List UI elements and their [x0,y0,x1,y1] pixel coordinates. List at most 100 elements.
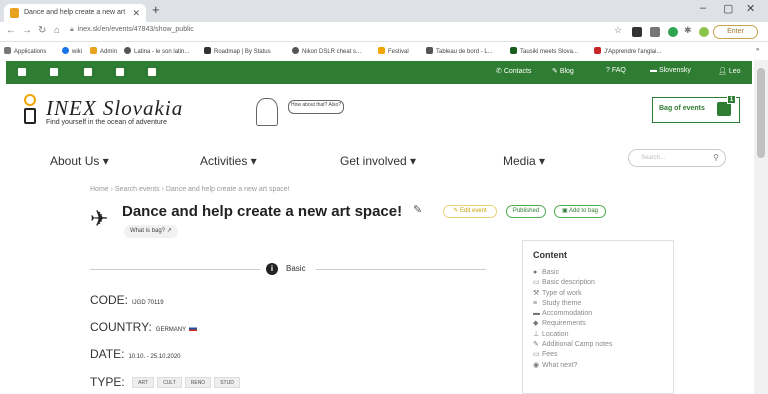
bag-of-events-button[interactable]: Bag of events 1 [652,95,740,123]
user-link[interactable]: 👤︎ Leo [718,67,741,75]
extension-icon[interactable] [668,27,678,37]
bookmark-item[interactable]: wiki [62,47,82,55]
flickr-icon[interactable] [84,68,92,76]
close-tab-icon[interactable]: ✕ [132,4,140,22]
scrollbar-thumb[interactable] [757,68,765,158]
plane-icon: ✈ [90,206,109,231]
maximize-icon[interactable]: ▢ [723,2,733,15]
nav-about-us[interactable]: About Us ▾ [50,154,109,168]
facebook-icon[interactable] [18,68,26,76]
info-icon: i [266,263,278,275]
content-link-basic[interactable]: ● Basic [533,268,612,278]
section-header-basic: i Basic [90,262,486,278]
breadcrumb[interactable]: Home › Search events › Dance and help cr… [90,186,290,193]
twitter-icon[interactable] [50,68,58,76]
bag-count-badge: 1 [727,95,736,104]
edit-event-button[interactable]: ✎ Edit event [443,205,497,218]
bed-icon: ▬ [533,310,540,318]
bookmark-item[interactable]: Nikon DSLR cheat s... [292,47,361,55]
bookmark-item[interactable]: Admin [90,47,117,55]
bookmarks-bar: Applications wiki Admin Latina - le son … [0,43,768,59]
bag-label: Bag of events [659,105,705,112]
site-favicon-icon [10,8,19,18]
info-icon: ● [533,269,538,276]
enter-button[interactable]: Enter [713,25,758,39]
country-value: GERMANY [155,327,187,333]
search-placeholder: Search... [641,155,666,161]
germany-flag-icon [189,326,198,331]
content-link-location[interactable]: ⊥ Location [533,330,612,340]
site-logo[interactable]: INEX Slovakia Find yourself in the ocean… [24,94,204,134]
content-link-type-of-work[interactable]: ⚒ Type of work [533,289,612,299]
section-title: Basic [286,264,306,273]
map-pin-icon: ⊥ [533,330,540,338]
logo-tagline: Find yourself in the ocean of adventure [46,119,168,126]
country-field: COUNTRY: GERMANY [90,318,198,336]
bookmarks-more-icon[interactable]: » [756,47,759,53]
new-tab-button[interactable]: + [152,2,160,17]
nav-activities[interactable]: Activities ▾ [200,154,257,168]
content-link-fees[interactable]: ▭ Fees [533,350,612,360]
extension-icon[interactable] [650,27,660,37]
youtube-icon[interactable] [116,68,124,76]
type-tag: RENO [184,377,212,388]
page-scrollbar[interactable] [754,60,768,394]
speech-bubble: How about that? Also? [288,100,344,114]
bookmark-item[interactable]: Tableau de bord - L... [426,47,493,55]
question-icon: ◉ [533,361,540,369]
reload-icon[interactable]: ↻ [38,25,46,36]
search-icon[interactable]: ⚲ [713,150,719,166]
back-icon[interactable]: ← [6,25,16,36]
content-link-accommodation[interactable]: ▬ Accommodation [533,309,612,319]
date-field: DATE: 10.10. - 25.10.2020 [90,347,181,361]
contacts-link[interactable]: ✆ Contacts [496,67,531,75]
bookmark-item[interactable]: Latina - le son latin... [124,47,189,55]
minimize-icon[interactable]: – [700,2,706,14]
bookmark-apps[interactable]: Applications [4,47,46,55]
type-tag: CULT [157,377,182,388]
close-window-icon[interactable]: ✕ [746,2,755,15]
language-link[interactable]: ▬ Slovensky [650,67,691,74]
list-icon: ≡ [533,299,538,307]
content-heading: Content [533,250,567,260]
add-to-bag-button[interactable]: ▣ Add to bag [554,205,606,218]
address-bar: ← → ↻ ⌂ 🔒︎ inex.sk/en/events/47843/show_p… [0,22,768,42]
logo-mark-icon [24,94,36,106]
profile-avatar[interactable] [699,27,709,37]
what-is-bag-link[interactable]: What is bag? ↗ [124,225,178,238]
bookmark-item[interactable]: Tausiki meets Slova... [510,47,578,55]
bookmark-item[interactable]: J'Apprendre l'anglai... [594,47,661,55]
card-icon: ▭ [533,279,540,287]
nav-media[interactable]: Media ▾ [503,154,545,168]
star-icon[interactable]: ☆ [614,25,622,36]
site-top-bar: ✆ Contacts ✎ Blog ? FAQ ▬ Slovensky 👤︎ L… [6,61,752,84]
bag-icon [717,102,731,116]
bookmark-item[interactable]: Festival [378,47,409,55]
content-link-requirements[interactable]: ◆ Requirements [533,319,612,329]
forward-icon[interactable]: → [22,25,32,36]
home-icon[interactable]: ⌂ [54,25,60,36]
puzzle-icon[interactable]: ✱ [684,25,692,36]
content-sidebar: Content ● Basic ▭ Basic description ⚒ Type … [522,240,674,394]
edit-title-icon[interactable]: ✎ [413,203,422,216]
content-link-study-theme[interactable]: ≡ Study theme [533,299,612,309]
bookmark-item[interactable]: Roadmap | By Status [204,47,271,55]
published-badge: Published [506,205,546,218]
browser-tab[interactable]: Dance and help create a new art ✕ [4,4,146,22]
browser-tab-bar: Dance and help create a new art ✕ + – ▢ … [0,0,768,22]
nav-get-involved[interactable]: Get involved ▾ [340,154,416,168]
content-link-what-next[interactable]: ◉ What next? [533,361,612,371]
type-field: TYPE: ART CULT RENO STUD [90,373,240,391]
extension-icon[interactable] [632,27,642,37]
page-title: Dance and help create a new art space! [122,203,403,220]
instagram-icon[interactable] [148,68,156,76]
faq-link[interactable]: ? FAQ [606,67,626,74]
money-icon: ▭ [533,351,540,359]
url-field[interactable]: 🔒︎ inex.sk/en/events/47843/show_public [70,26,194,34]
content-link-basic-description[interactable]: ▭ Basic description [533,278,612,288]
blog-link[interactable]: ✎ Blog [552,67,574,75]
date-value: 10.10. - 25.10.2020 [128,354,181,360]
type-tag: ART [132,377,155,388]
search-input[interactable]: Search... ⚲ [628,149,726,167]
content-link-camp-notes[interactable]: ✎ Additional Camp notes [533,340,612,350]
